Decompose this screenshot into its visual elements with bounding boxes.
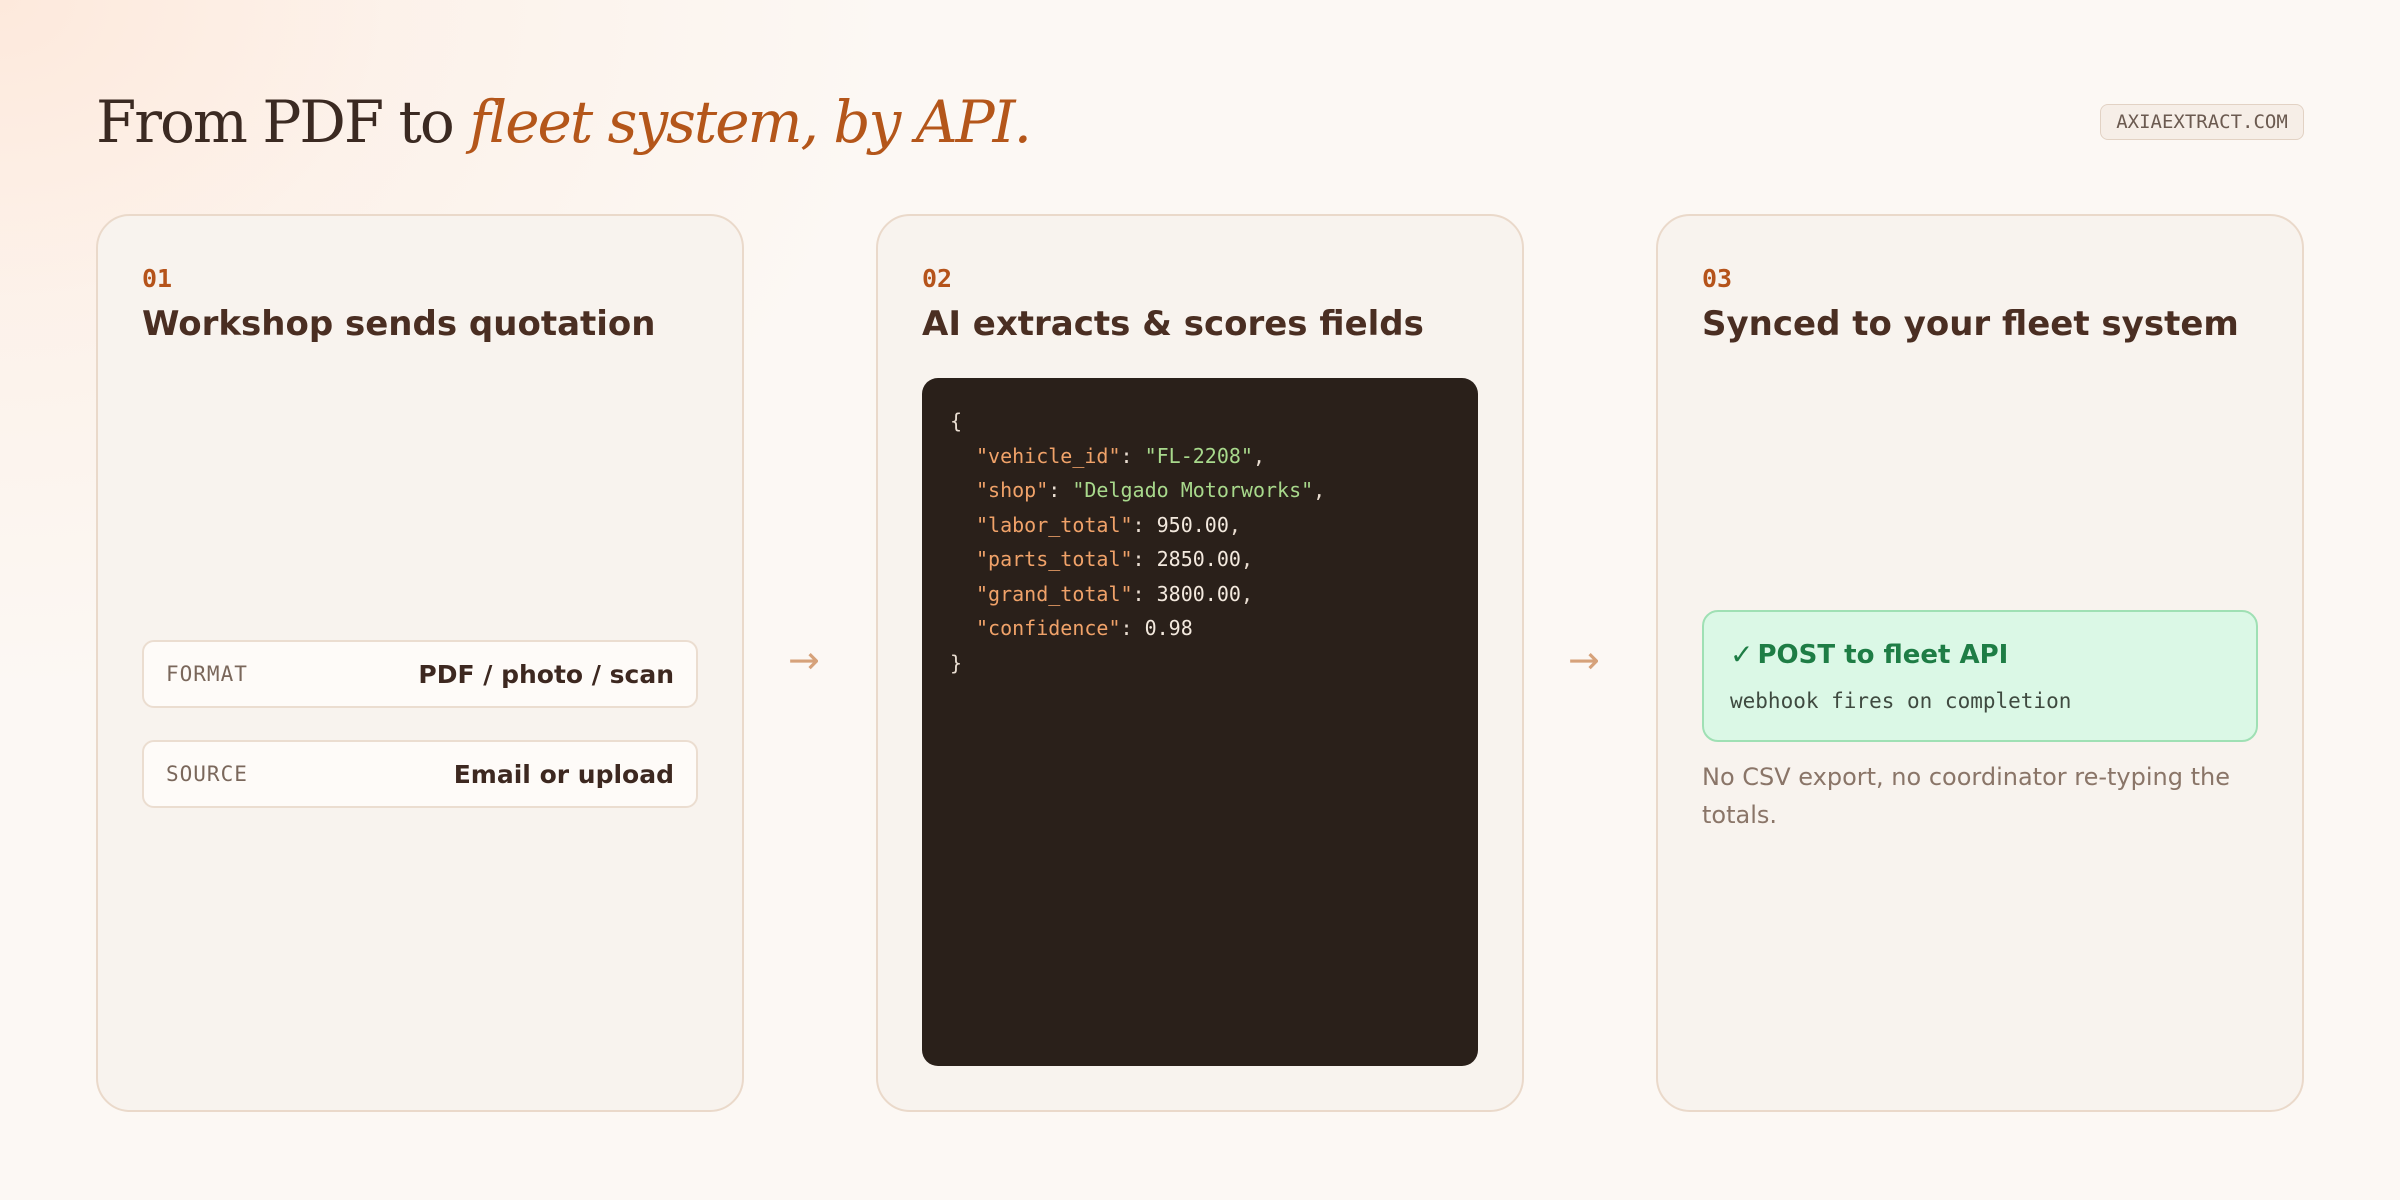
- json-trail: ,: [1240, 581, 1253, 606]
- code-line: "grand_total": 3800.00,: [976, 581, 1253, 606]
- code-close-brace: }: [950, 650, 963, 675]
- json-value: "FL-2208": [1144, 443, 1253, 468]
- source-field-row: SOURCE Email or upload: [142, 740, 698, 808]
- headline-accent: fleet system, by API.: [469, 88, 1032, 156]
- code-line: "confidence": 0.98: [976, 616, 1193, 640]
- json-code-block: { "vehicle_id": "FL-2208", "shop": "Delg…: [922, 378, 1478, 1066]
- api-title-text: POST to fleet API: [1757, 639, 2009, 670]
- json-value: 2850.00: [1156, 547, 1241, 571]
- code-line: "labor_total": 950.00,: [976, 512, 1241, 537]
- api-status-box: ✓ POST to fleet API webhook fires on com…: [1702, 610, 2258, 742]
- code-line: "vehicle_id": "FL-2208",: [976, 443, 1266, 468]
- json-trail: ,: [1240, 547, 1253, 571]
- step-card-2: 02 AI extracts & scores fields { "vehicl…: [876, 214, 1524, 1112]
- step-number: 01: [142, 264, 173, 293]
- code-line: "parts_total": 2850.00,: [976, 547, 1253, 571]
- step-title: AI extracts & scores fields: [922, 304, 1424, 344]
- json-value: 950.00: [1156, 512, 1229, 537]
- source-label: SOURCE: [166, 762, 248, 786]
- format-field-row: FORMAT PDF / photo / scan: [142, 640, 698, 708]
- json-trail: ,: [1313, 478, 1326, 502]
- sync-note: No CSV export, no coordinator re-typing …: [1702, 763, 2230, 829]
- json-key: "parts_total": [976, 547, 1133, 571]
- format-value: PDF / photo / scan: [418, 659, 674, 689]
- json-value: 0.98: [1144, 616, 1193, 640]
- code-open-brace: {: [950, 409, 963, 433]
- step-card-1: 01 Workshop sends quotation FORMAT PDF /…: [96, 214, 744, 1112]
- json-key: "confidence": [976, 616, 1121, 640]
- domain-badge: AXIAEXTRACT.COM: [2100, 104, 2304, 140]
- page-headline: From PDF to fleet system, by API.: [96, 82, 1032, 162]
- json-trail: ,: [1252, 443, 1266, 468]
- step-card-3: 03 Synced to your fleet system ✓ POST to…: [1656, 214, 2304, 1112]
- check-icon: ✓: [1730, 638, 1754, 671]
- json-key: "labor_total": [976, 512, 1133, 537]
- api-subtitle: webhook fires on completion: [1730, 689, 2072, 713]
- arrow-right-icon: →: [788, 638, 820, 682]
- json-trail: ,: [1228, 512, 1241, 537]
- format-label: FORMAT: [166, 662, 248, 686]
- headline-lead: From PDF to: [96, 88, 470, 156]
- step-number: 02: [922, 264, 953, 293]
- json-value: 3800.00: [1156, 581, 1241, 606]
- step-title: Workshop sends quotation: [142, 304, 656, 344]
- code-line: "shop": "Delgado Motorworks",: [976, 478, 1326, 502]
- json-key: "shop": [976, 478, 1049, 502]
- step-title: Synced to your fleet system: [1702, 304, 2239, 344]
- api-status-title: ✓ POST to fleet API: [1730, 638, 2230, 671]
- json-value: "Delgado Motorworks": [1072, 478, 1314, 502]
- arrow-right-icon: →: [1568, 638, 1600, 682]
- step-number: 03: [1702, 264, 1733, 293]
- json-key: "grand_total": [976, 581, 1133, 606]
- json-key: "vehicle_id": [976, 443, 1121, 468]
- source-value: Email or upload: [453, 759, 674, 789]
